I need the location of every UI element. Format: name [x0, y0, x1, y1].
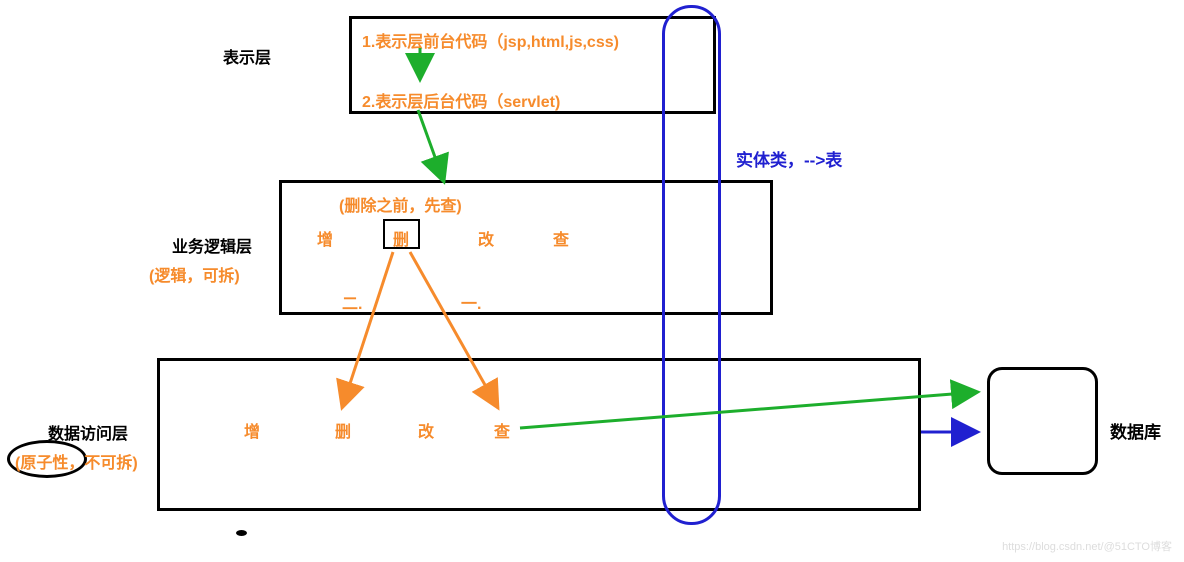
presentation-layer-title: 表示层	[223, 44, 271, 68]
data-access-layer-box	[157, 358, 921, 511]
data-access-subtitle: (原子性，不可拆)	[15, 449, 138, 473]
business-layer-subtitle: (逻辑，可拆)	[149, 262, 240, 286]
data-op-update: 改	[418, 418, 434, 442]
business-layer-title: 业务逻辑层	[172, 233, 252, 257]
entity-label: 实体类，-->表	[736, 146, 842, 171]
business-step2: 一.	[461, 290, 481, 314]
data-op-delete: 删	[335, 418, 351, 442]
business-step1: 二.	[342, 290, 362, 314]
business-op-update: 改	[478, 226, 494, 250]
entity-oval	[662, 5, 721, 525]
arrow-presentation-to-business	[418, 110, 444, 182]
business-op-read: 查	[553, 226, 569, 250]
watermark-text: https://blog.csdn.net/@51CTO博客	[1002, 538, 1172, 554]
business-op-create: 增	[317, 226, 333, 250]
data-op-read: 查	[494, 418, 510, 442]
data-op-create: 增	[244, 418, 260, 442]
business-note: (删除之前，先查)	[339, 192, 462, 216]
presentation-line2: 2.表示层后台代码（servlet)	[362, 88, 560, 112]
dot-icon	[236, 530, 247, 536]
presentation-line1: 1.表示层前台代码（jsp,html,js,css)	[362, 28, 619, 52]
database-label: 数据库	[1110, 418, 1161, 443]
business-op-delete: 删	[393, 226, 409, 250]
database-box	[987, 367, 1098, 475]
